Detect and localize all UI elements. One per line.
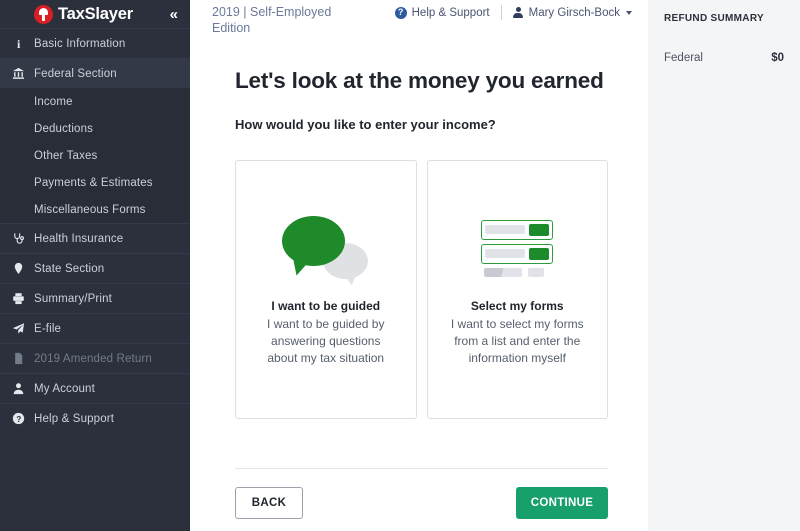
main-content: 2019 | Self-Employed Edition ? Help & Su… bbox=[190, 0, 648, 531]
forms-bar bbox=[485, 225, 526, 234]
option-card-title: I want to be guided bbox=[271, 299, 381, 313]
footer-buttons: BACK CONTINUE bbox=[235, 487, 608, 519]
continue-button[interactable]: CONTINUE bbox=[516, 487, 608, 519]
taxslayer-helmet-logo-icon bbox=[34, 4, 53, 24]
refund-row-label: Federal bbox=[664, 52, 703, 64]
sidebar-subitem-other-taxes[interactable]: Other Taxes bbox=[0, 142, 190, 169]
forms-bar bbox=[485, 249, 526, 258]
app-root: TaxSlayer « i Basic Information Federal … bbox=[0, 0, 800, 531]
footer: BACK CONTINUE bbox=[235, 468, 608, 519]
brand-name: TaxSlayer bbox=[58, 4, 133, 23]
sidebar-item-e-file[interactable]: E-file bbox=[0, 313, 190, 343]
topbar: 2019 | Self-Employed Edition ? Help & Su… bbox=[190, 0, 648, 48]
sidebar-item-label: 2019 Amended Return bbox=[34, 352, 152, 365]
refund-summary-title: REFUND SUMMARY bbox=[664, 13, 764, 24]
info-icon: i bbox=[12, 37, 34, 50]
refund-row-value: $0 bbox=[771, 52, 784, 64]
user-menu[interactable]: Mary Girsch-Bock bbox=[502, 6, 632, 19]
sidebar-header: TaxSlayer « bbox=[0, 0, 190, 28]
federal-section-submenu: Income Deductions Other Taxes Payments &… bbox=[0, 88, 190, 223]
sidebar-item-label: E-file bbox=[34, 322, 62, 335]
help-support-link[interactable]: ? Help & Support bbox=[394, 6, 501, 19]
option-card-title: Select my forms bbox=[470, 299, 564, 313]
footer-divider bbox=[235, 468, 608, 469]
sidebar: TaxSlayer « i Basic Information Federal … bbox=[0, 0, 190, 531]
sidebar-item-summary-print[interactable]: Summary/Print bbox=[0, 283, 190, 313]
forms-list-icon bbox=[481, 219, 554, 277]
sidebar-nav: i Basic Information Federal Section Inco… bbox=[0, 28, 190, 433]
forms-icon-zone bbox=[428, 205, 608, 291]
topbar-actions: ? Help & Support Mary Girsch-Bock bbox=[394, 2, 632, 20]
sidebar-subitem-income[interactable]: Income bbox=[0, 88, 190, 115]
sidebar-item-label: My Account bbox=[34, 382, 95, 395]
sidebar-subitem-miscellaneous-forms[interactable]: Miscellaneous Forms bbox=[0, 196, 190, 223]
sidebar-item-label: Help & Support bbox=[34, 412, 115, 425]
sidebar-item-amended-return[interactable]: 2019 Amended Return bbox=[0, 343, 190, 373]
forms-bar-partial bbox=[484, 267, 523, 277]
sidebar-subitem-deductions[interactable]: Deductions bbox=[0, 115, 190, 142]
chevron-down-icon bbox=[626, 10, 632, 15]
forms-row-3-partial bbox=[481, 267, 553, 277]
back-button[interactable]: BACK bbox=[235, 487, 303, 519]
help-support-label: Help & Support bbox=[411, 6, 490, 19]
collapse-sidebar-icon[interactable]: « bbox=[170, 7, 178, 22]
sidebar-subitem-payments-estimates[interactable]: Payments & Estimates bbox=[0, 169, 190, 196]
forms-chip-partial bbox=[528, 267, 545, 277]
user-avatar-icon bbox=[513, 6, 524, 19]
guided-icon-zone bbox=[236, 205, 416, 291]
document-icon bbox=[12, 352, 34, 365]
refund-summary-panel: REFUND SUMMARY Federal $0 bbox=[648, 0, 800, 531]
stethoscope-icon bbox=[12, 232, 34, 245]
content-area: Let's look at the money you earned How w… bbox=[190, 48, 648, 531]
sidebar-item-my-account[interactable]: My Account bbox=[0, 373, 190, 403]
person-icon bbox=[12, 382, 34, 395]
forms-chip bbox=[529, 247, 550, 260]
edition-label: 2019 | Self-Employed Edition bbox=[212, 5, 332, 35]
sidebar-item-help-support[interactable]: ? Help & Support bbox=[0, 403, 190, 433]
paper-plane-icon bbox=[12, 322, 34, 335]
brand[interactable]: TaxSlayer bbox=[34, 4, 133, 24]
sidebar-item-label: Summary/Print bbox=[34, 292, 112, 305]
sidebar-item-basic-information[interactable]: i Basic Information bbox=[0, 28, 190, 58]
speech-bubble-green bbox=[281, 216, 345, 266]
bank-icon bbox=[12, 67, 34, 80]
option-card-description: I want to select my forms from a list an… bbox=[450, 317, 584, 365]
speech-bubble-gray-tail bbox=[341, 267, 363, 287]
sidebar-item-label: Health Insurance bbox=[34, 232, 124, 245]
option-card-guided[interactable]: I want to be guided I want to be guided … bbox=[235, 160, 417, 419]
sidebar-item-state-section[interactable]: State Section bbox=[0, 253, 190, 283]
speech-bubbles-icon bbox=[280, 212, 372, 287]
option-card-description: I want to be guided by answering questio… bbox=[267, 317, 385, 365]
page-title: Let's look at the money you earned bbox=[235, 68, 604, 93]
option-cards: I want to be guided I want to be guided … bbox=[235, 160, 608, 419]
sidebar-item-federal-section[interactable]: Federal Section bbox=[0, 58, 190, 88]
forms-chip bbox=[529, 223, 550, 236]
refund-row-federal: Federal $0 bbox=[664, 52, 784, 64]
sidebar-item-label: Basic Information bbox=[34, 37, 126, 50]
question-mark-circle-icon: ? bbox=[394, 6, 407, 19]
sidebar-item-label: Federal Section bbox=[34, 67, 117, 80]
printer-icon bbox=[12, 292, 34, 305]
user-name: Mary Girsch-Bock bbox=[528, 6, 620, 19]
question-circle-icon: ? bbox=[12, 412, 34, 425]
sidebar-item-label: State Section bbox=[34, 262, 105, 275]
svg-text:?: ? bbox=[16, 414, 21, 424]
page-subtitle: How would you like to enter your income? bbox=[235, 117, 496, 132]
sidebar-item-health-insurance[interactable]: Health Insurance bbox=[0, 223, 190, 253]
forms-row-2 bbox=[481, 243, 554, 264]
forms-row-1 bbox=[481, 219, 554, 240]
option-card-select-forms[interactable]: Select my forms I want to select my form… bbox=[426, 160, 608, 419]
map-pin-icon bbox=[12, 262, 34, 275]
svg-text:i: i bbox=[17, 37, 21, 50]
